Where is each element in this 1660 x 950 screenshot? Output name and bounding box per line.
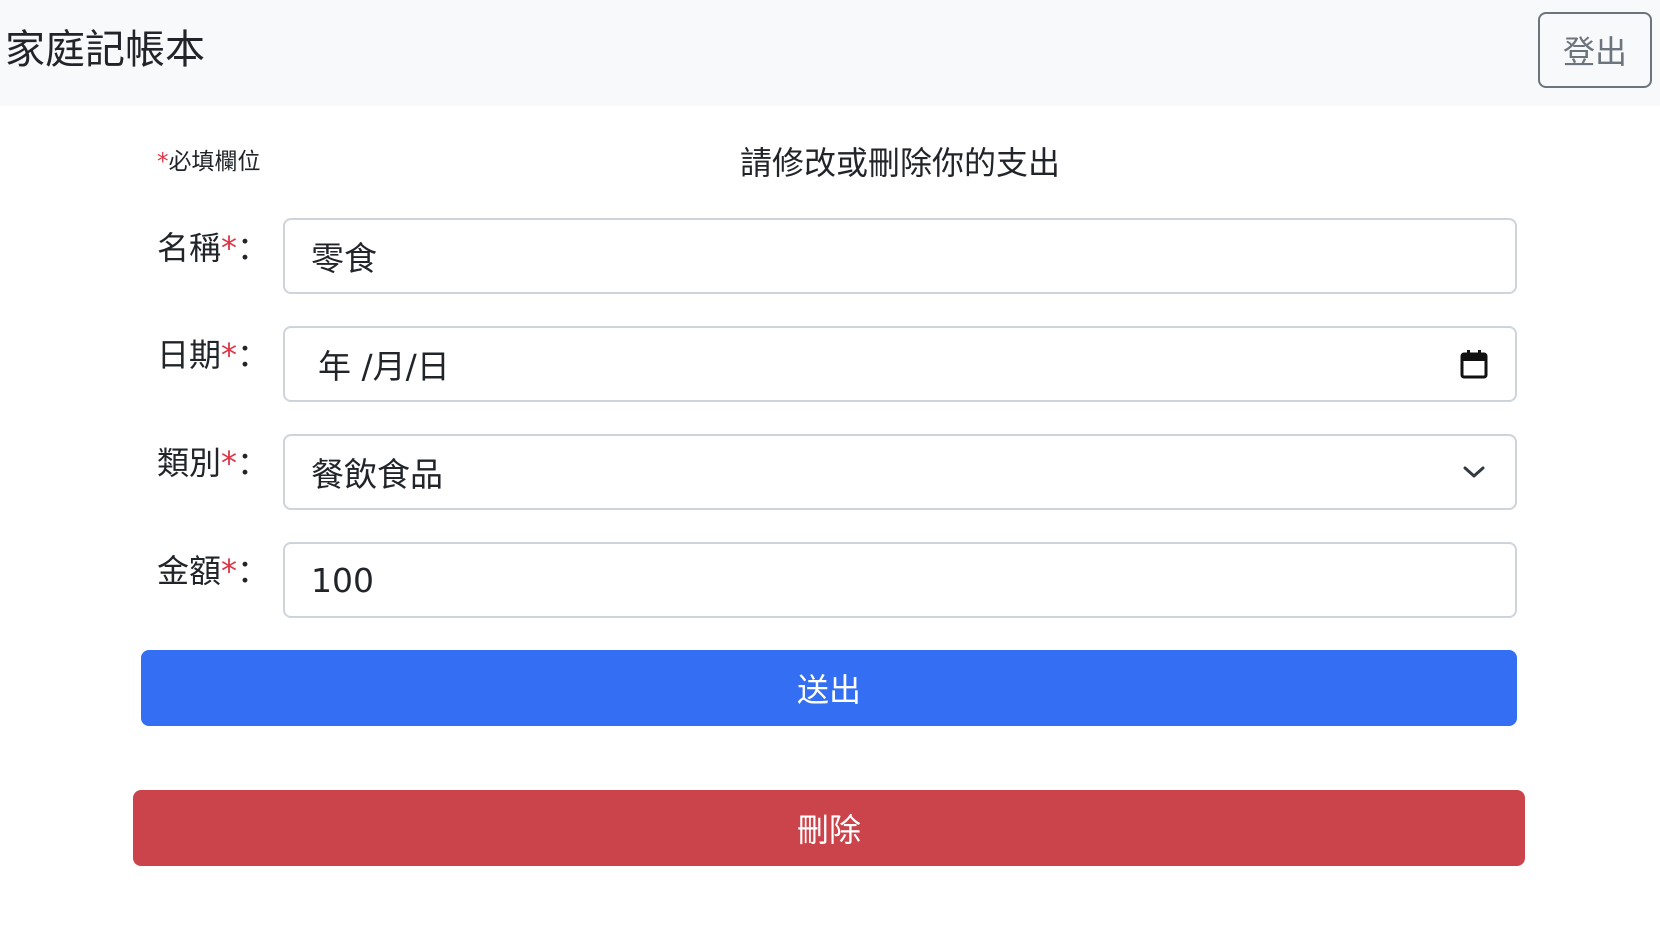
name-label: 名稱*： bbox=[157, 227, 269, 269]
submit-button[interactable]: 送出 bbox=[141, 650, 1517, 726]
category-label-text: 類別 bbox=[157, 444, 222, 482]
required-star: * bbox=[221, 336, 238, 374]
amount-input[interactable]: 100 bbox=[283, 542, 1517, 618]
name-label-text: 名稱 bbox=[157, 229, 222, 267]
category-select[interactable]: 餐飲食品 bbox=[283, 434, 1517, 510]
label-colon: ： bbox=[237, 229, 270, 267]
required-note-text: 必填欄位 bbox=[168, 149, 261, 175]
date-label-text: 日期 bbox=[157, 336, 222, 374]
name-input-value: 零食 bbox=[311, 239, 377, 278]
label-colon: ： bbox=[237, 444, 270, 482]
required-note: *必填欄位 bbox=[157, 146, 261, 178]
navbar: 家庭記帳本 登出 bbox=[0, 0, 1660, 106]
amount-label: 金額*： bbox=[157, 550, 269, 592]
required-star: * bbox=[221, 444, 238, 482]
logout-button[interactable]: 登出 bbox=[1538, 12, 1652, 88]
required-star: * bbox=[221, 552, 238, 590]
delete-button[interactable]: 刪除 bbox=[133, 790, 1525, 866]
amount-label-text: 金額 bbox=[157, 552, 222, 590]
date-input-value: 年 /月/日 bbox=[318, 347, 450, 386]
date-label: 日期*： bbox=[157, 334, 269, 376]
label-colon: ： bbox=[237, 552, 270, 590]
date-input[interactable]: 年 /月/日 bbox=[283, 326, 1517, 402]
form-title: 請修改或刪除你的支出 bbox=[739, 144, 1060, 182]
brand-title[interactable]: 家庭記帳本 bbox=[5, 22, 205, 78]
required-star: * bbox=[157, 149, 169, 175]
required-star: * bbox=[221, 229, 238, 267]
name-input[interactable]: 零食 bbox=[283, 218, 1517, 294]
label-colon: ： bbox=[237, 336, 270, 374]
calendar-icon[interactable] bbox=[1459, 349, 1489, 379]
category-select-value: 餐飲食品 bbox=[311, 455, 443, 494]
chevron-down-icon bbox=[1459, 457, 1489, 487]
category-label: 類別*： bbox=[157, 442, 269, 484]
amount-input-value: 100 bbox=[311, 560, 374, 600]
